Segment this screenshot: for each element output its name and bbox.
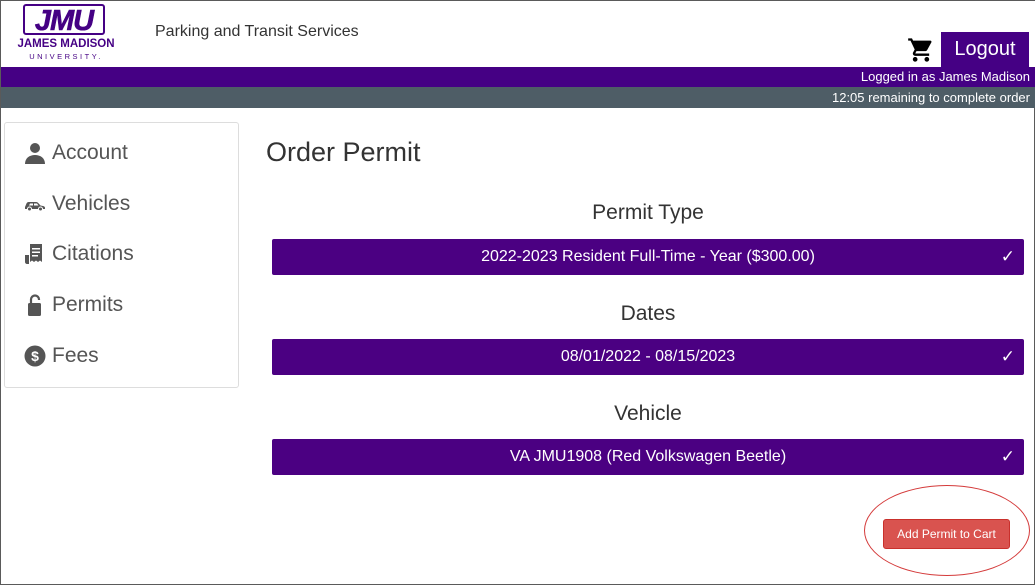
sidebar-item-citations[interactable]: Citations (5, 233, 238, 277)
jmu-logo[interactable]: JMU JAMES MADISON UNIVERSITY. (10, 4, 122, 62)
site-title: Parking and Transit Services (155, 23, 359, 40)
dates-value: 08/01/2022 - 08/15/2023 (560, 348, 736, 365)
logged-in-bar: Logged in as James Madison (1, 67, 1035, 87)
person-icon (23, 141, 47, 165)
sidebar-item-fees[interactable]: $ Fees (5, 335, 238, 379)
check-icon: ✓ (1000, 247, 1015, 266)
sidebar-item-label: Account (52, 141, 128, 164)
sidebar-item-label: Vehicles (52, 192, 131, 215)
timer-bar: 12:05 remaining to complete order (1, 87, 1035, 108)
sidebar-item-label: Fees (52, 344, 99, 367)
sidebar-item-label: Permits (52, 293, 124, 316)
logo-subtitle: UNIVERSITY. (29, 52, 103, 61)
sidebar-nav: Account Vehicles Citations Permits $ Fee… (4, 122, 239, 388)
order-timer-text: 12:05 remaining to complete order (831, 90, 1030, 105)
lock-icon (23, 293, 47, 317)
check-icon: ✓ (1000, 347, 1015, 366)
page-title: Order Permit (266, 137, 421, 167)
logo-name: JAMES MADISON (17, 38, 115, 50)
permit-type-select[interactable]: 2022-2023 Resident Full-Time - Year ($30… (272, 239, 1024, 275)
logo-mark: JMU (23, 4, 105, 37)
dates-label: Dates (620, 302, 676, 325)
sidebar-item-label: Citations (52, 242, 134, 265)
sidebar-item-permits[interactable]: Permits (5, 284, 238, 328)
permit-type-value: 2022-2023 Resident Full-Time - Year ($30… (481, 248, 815, 265)
logged-in-text: Logged in as James Madison (860, 69, 1030, 84)
permit-type-label: Permit Type (592, 201, 704, 224)
check-icon: ✓ (1000, 447, 1015, 466)
vehicle-select[interactable]: VA JMU1908 (Red Volkswagen Beetle) ✓ (272, 439, 1024, 475)
dollar-icon: $ (23, 344, 47, 368)
logout-button[interactable]: Logout (941, 32, 1029, 67)
add-permit-to-cart-button[interactable]: Add Permit to Cart (883, 519, 1010, 549)
vehicle-label: Vehicle (614, 402, 682, 425)
header: JMU JAMES MADISON UNIVERSITY. Parking an… (1, 1, 1035, 67)
dates-select[interactable]: 08/01/2022 - 08/15/2023 ✓ (272, 339, 1024, 375)
svg-text:$: $ (31, 348, 39, 364)
car-icon (23, 192, 47, 216)
sidebar-item-account[interactable]: Account (5, 132, 238, 176)
shopping-cart-icon[interactable] (907, 36, 935, 64)
vehicle-value: VA JMU1908 (Red Volkswagen Beetle) (509, 448, 787, 465)
ticket-icon (23, 242, 47, 266)
sidebar-item-vehicles[interactable]: Vehicles (5, 183, 238, 227)
